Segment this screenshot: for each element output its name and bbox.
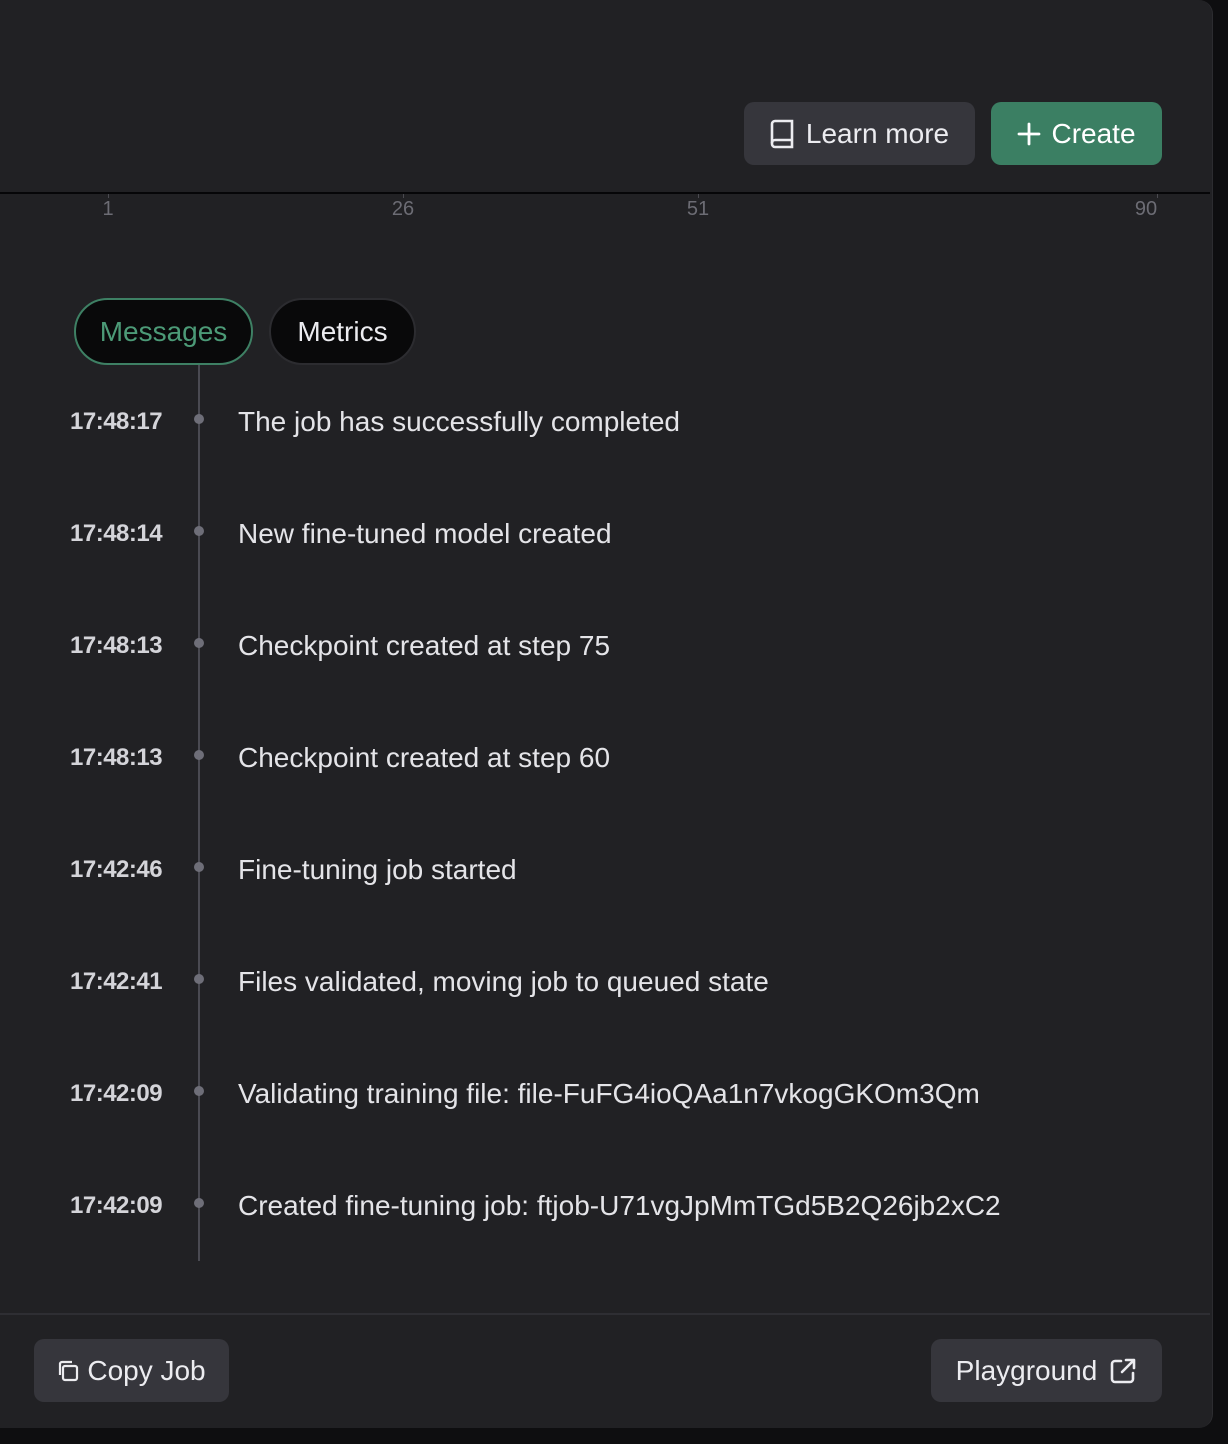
learn-more-label: Learn more [805, 117, 950, 149]
job-detail-panel: Learn more Create 1 26 51 90 Messages Me… [0, 0, 1213, 1428]
event-message: Fine-tuning job started [238, 854, 517, 885]
timeline-event: 17:42:09 Validating training file: file-… [0, 1074, 1210, 1114]
timeline-event: 17:42:41 Files validated, moving job to … [0, 962, 1210, 1002]
event-time: 17:48:17 [70, 408, 163, 435]
event-message: New fine-tuned model created [238, 518, 612, 549]
event-dot [194, 974, 204, 984]
event-dot [194, 414, 204, 424]
timeline-event: 17:48:17 The job has successfully comple… [0, 402, 1210, 442]
event-time: 17:42:09 [70, 1080, 163, 1107]
axis-tick-mark [1157, 194, 1158, 198]
timeline-event: 17:42:09 Created fine-tuning job: ftjob-… [0, 1186, 1210, 1226]
timeline-event: 17:48:13 Checkpoint created at step 75 [0, 626, 1210, 666]
event-time: 17:48:13 [70, 632, 163, 659]
tab-messages[interactable]: Messages [74, 298, 253, 365]
learn-more-button[interactable]: Learn more [744, 102, 975, 165]
event-time: 17:42:09 [70, 1192, 163, 1219]
copy-job-button[interactable]: Copy Job [34, 1339, 229, 1402]
event-dot [194, 862, 204, 872]
axis-tick-label: 90 [1134, 198, 1158, 220]
playground-label: Playground [955, 1354, 1098, 1386]
event-dot [194, 1086, 204, 1096]
create-button[interactable]: Create [991, 102, 1162, 165]
event-dot [194, 750, 204, 760]
playground-button[interactable]: Playground [931, 1339, 1162, 1402]
create-label: Create [1051, 117, 1136, 149]
book-icon [770, 119, 796, 149]
event-dot [194, 638, 204, 648]
event-dot [194, 1198, 204, 1208]
footer-divider [0, 1313, 1210, 1315]
copy-job-label: Copy Job [87, 1354, 206, 1386]
event-message: The job has successfully completed [238, 406, 680, 437]
event-message: Created fine-tuning job: ftjob-U71vgJpMm… [238, 1190, 1001, 1221]
event-time: 17:42:46 [70, 856, 163, 883]
copy-icon [57, 1360, 79, 1382]
timeline-event: 17:48:13 Checkpoint created at step 60 [0, 738, 1210, 778]
axis-tick-label: 26 [391, 198, 415, 220]
event-time: 17:48:14 [70, 520, 163, 547]
event-message: Validating training file: file-FuFG4ioQA… [238, 1078, 980, 1109]
axis-tick-label: 1 [102, 198, 114, 220]
chart-axis-line [0, 192, 1210, 194]
event-dot [194, 526, 204, 536]
event-time: 17:42:41 [70, 968, 163, 995]
timeline-line [198, 365, 200, 1261]
event-message: Checkpoint created at step 60 [238, 742, 611, 773]
event-time: 17:48:13 [70, 744, 163, 771]
timeline-event: 17:42:46 Fine-tuning job started [0, 850, 1210, 890]
timeline-event: 17:48:14 New fine-tuned model created [0, 514, 1210, 554]
external-link-icon [1109, 1357, 1137, 1385]
axis-tick-label: 51 [686, 198, 710, 220]
tab-metrics[interactable]: Metrics [269, 298, 416, 365]
event-message: Checkpoint created at step 75 [238, 630, 611, 661]
plus-icon [1017, 122, 1041, 146]
event-message: Files validated, moving job to queued st… [238, 966, 769, 997]
